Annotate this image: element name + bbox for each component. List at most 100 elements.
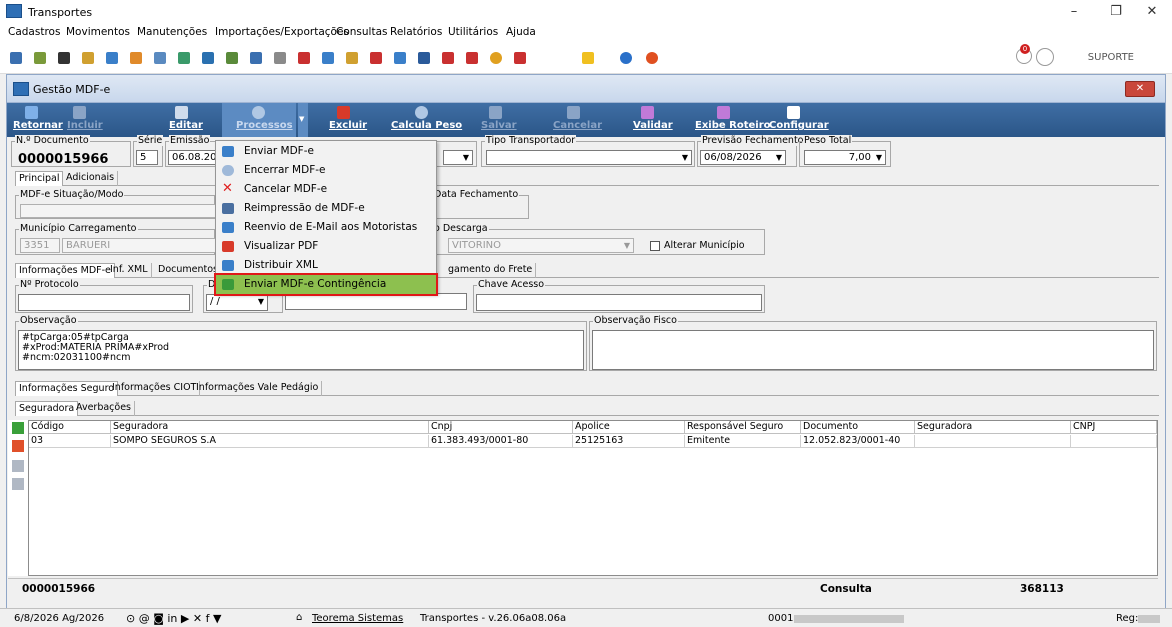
toolbar-icon-20[interactable] — [466, 52, 478, 64]
menu-cadastros[interactable]: Cadastros — [8, 26, 60, 38]
salvar-button[interactable]: Salvar — [471, 103, 519, 137]
home-icon[interactable]: ⌂ — [296, 612, 302, 623]
cancel-row-icon[interactable] — [12, 478, 24, 490]
toolbar-icon-18[interactable] — [418, 52, 430, 64]
tab-seguradora[interactable]: Seguradora — [15, 401, 79, 416]
toolbar-icon-1[interactable] — [10, 52, 22, 64]
menu-item-reimpressao[interactable]: Reimpressão de MDF-e — [216, 199, 436, 218]
data-extra-field[interactable] — [285, 293, 467, 310]
calcula-peso-button[interactable]: Calcula Peso — [385, 103, 462, 137]
cancelar-button[interactable]: Cancelar — [545, 103, 602, 137]
menu-item-reenvio-email[interactable]: Reenvio de E-Mail aos Motoristas — [216, 218, 436, 237]
toolbar-icon-2[interactable] — [34, 52, 46, 64]
table-cell[interactable] — [915, 435, 1071, 448]
table-cell[interactable]: SOMPO SEGUROS S.A — [111, 435, 429, 448]
menu-manutencoes[interactable]: Manutenções — [137, 26, 207, 38]
table-cell[interactable]: 12.052.823/0001-40 — [801, 435, 915, 448]
configurar-button[interactable]: Configurar — [761, 103, 829, 137]
power-icon[interactable] — [646, 52, 658, 64]
column-header[interactable]: Seguradora — [915, 421, 1071, 434]
tab-averbacoes[interactable]: Averbações — [73, 401, 135, 416]
column-header[interactable]: CNPJ — [1071, 421, 1157, 434]
toolbar-icon-4[interactable] — [82, 52, 94, 64]
tab-principal[interactable]: Principal — [15, 171, 64, 186]
menu-consultas[interactable]: Consultas — [336, 26, 387, 38]
toolbar-icon-16[interactable] — [370, 52, 382, 64]
tab-informacoes-seguro[interactable]: Informações Seguro — [15, 381, 119, 396]
column-header[interactable]: Código — [29, 421, 111, 434]
toolbar-icon-15[interactable] — [346, 52, 358, 64]
chave-acesso-field[interactable] — [476, 294, 762, 311]
info-icon[interactable] — [620, 52, 632, 64]
table-cell[interactable] — [1071, 435, 1157, 448]
menu-importacoes[interactable]: Importações/Exportações — [215, 26, 349, 38]
incluir-button[interactable]: Incluir — [57, 103, 103, 137]
processos-dropdown-arrow[interactable]: ▼ — [298, 103, 308, 137]
observacao-textarea[interactable]: #tpCarga:05#tpCarga #xProd:MATERIA PRIMA… — [18, 330, 584, 370]
delete-row-icon[interactable] — [12, 440, 24, 452]
toolbar-icon-9[interactable] — [202, 52, 214, 64]
form-close-button[interactable]: ✕ — [1125, 81, 1155, 97]
retornar-button[interactable]: Retornar — [9, 103, 63, 137]
toolbar-icon-17[interactable] — [394, 52, 406, 64]
tipo-transportador-select[interactable]: ▼ — [486, 150, 692, 165]
observacao-fisco-textarea[interactable] — [592, 330, 1154, 370]
menu-relatorios[interactable]: Relatórios — [390, 26, 442, 38]
toolbar-icon-12[interactable] — [274, 52, 286, 64]
protocolo-field[interactable] — [18, 294, 190, 311]
tab-informacoes-ciot[interactable]: Informações CIOT — [109, 381, 201, 396]
toolbar-icon-11[interactable] — [250, 52, 262, 64]
toolbar-icon-13[interactable] — [298, 52, 310, 64]
toolbar-icon-10[interactable] — [226, 52, 238, 64]
excluir-button[interactable]: Excluir — [319, 103, 367, 137]
alterar-municipio-checkbox[interactable]: Alterar Município — [650, 240, 745, 251]
table-cell[interactable]: 03 — [29, 435, 111, 448]
column-header[interactable]: Responsável Seguro — [685, 421, 801, 434]
editar-button[interactable]: Editar — [157, 103, 207, 137]
tab-inf-xml[interactable]: Inf. XML — [107, 263, 152, 278]
column-header[interactable]: Seguradora — [111, 421, 429, 434]
menu-item-distribuir-xml[interactable]: Distribuir XML — [216, 256, 436, 275]
serie-field[interactable]: 5 — [136, 150, 158, 165]
toolbar-icon-21[interactable] — [490, 52, 502, 64]
processos-button[interactable]: Processos — [222, 103, 296, 137]
menu-item-encerrar-mdfe[interactable]: Encerrar MDF-e — [216, 161, 436, 180]
toolbar-icon-7[interactable] — [154, 52, 166, 64]
toolbar-icon-5[interactable] — [106, 52, 118, 64]
tipo-emitente-select[interactable]: ▼ — [443, 150, 473, 165]
close-button[interactable]: ✕ — [1140, 4, 1164, 20]
data-field[interactable]: / / ▼ — [206, 294, 268, 311]
toolbar-icon-8[interactable] — [178, 52, 190, 64]
column-header[interactable]: Apolice — [573, 421, 685, 434]
user-name[interactable]: SUPORTE — [1088, 52, 1134, 63]
user-avatar-icon[interactable] — [1036, 48, 1054, 66]
menu-item-visualizar-pdf[interactable]: Visualizar PDF — [216, 237, 436, 256]
column-header[interactable]: Documento — [801, 421, 915, 434]
toolbar-icon-14[interactable] — [322, 52, 334, 64]
peso-total-field[interactable]: 7,00 ▼ — [804, 150, 886, 165]
table-cell[interactable]: 25125163 — [573, 435, 685, 448]
previsao-fechamento-field[interactable]: 06/08/2026 ▼ — [700, 150, 786, 165]
menu-item-enviar-mdfe[interactable]: Enviar MDF-e — [216, 142, 436, 161]
company-link[interactable]: Teorema Sistemas — [312, 613, 403, 624]
table-cell[interactable]: Emitente — [685, 435, 801, 448]
confirm-row-icon[interactable] — [12, 460, 24, 472]
toolbar-icon-6[interactable] — [130, 52, 142, 64]
toolbar-icon-3[interactable] — [58, 52, 70, 64]
menu-item-cancelar-mdfe[interactable]: ✕ Cancelar MDF-e — [216, 180, 436, 199]
column-header[interactable]: Cnpj — [429, 421, 573, 434]
toolbar-icon-19[interactable] — [442, 52, 454, 64]
menu-ajuda[interactable]: Ajuda — [506, 26, 536, 38]
tab-informacoes-mdfe[interactable]: Informações MDF-e — [15, 263, 115, 278]
star-icon[interactable] — [582, 52, 594, 64]
exibe-roteiro-button[interactable]: Exibe Roteiro — [689, 103, 771, 137]
add-row-icon[interactable] — [12, 422, 24, 434]
tab-adicionais[interactable]: Adicionais — [63, 171, 119, 186]
menu-utilitarios[interactable]: Utilitários — [448, 26, 498, 38]
validar-button[interactable]: Validar — [623, 103, 673, 137]
toolbar-icon-22[interactable] — [514, 52, 526, 64]
minimize-button[interactable]: – — [1062, 4, 1086, 20]
tab-vale-pedagio[interactable]: Informações Vale Pedágio — [193, 381, 323, 396]
social-icons[interactable]: ⊙ @ ◙ in ▶ ✕ f ▼ — [126, 612, 221, 625]
menu-movimentos[interactable]: Movimentos — [66, 26, 130, 38]
